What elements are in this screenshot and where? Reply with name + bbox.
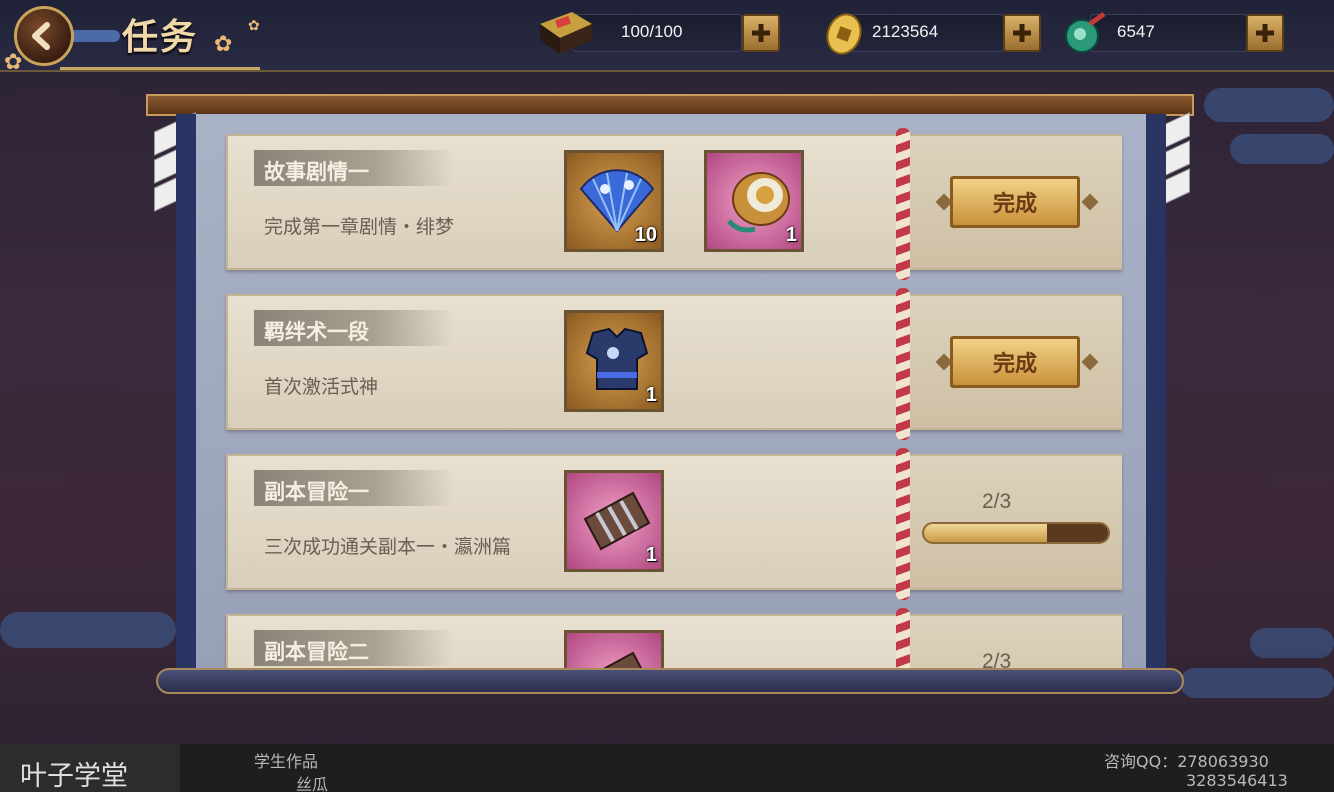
complete-button[interactable]: 完成 [950,336,1080,388]
sakura-flower-icon: ✿ [4,50,23,75]
jade-value: 6547 [1117,22,1155,41]
lunch-box-icon [540,12,592,54]
cloud-decoration [1230,134,1334,164]
footer-label: 学生作品 [254,752,319,771]
cloud-decoration [1250,628,1334,658]
add-jade-button[interactable] [1246,14,1284,52]
reward-item[interactable]: 10 [564,150,664,252]
footer-author: 丝瓜 [296,775,329,792]
add-coin-button[interactable] [1003,14,1041,52]
cloud-decoration [1204,88,1334,122]
back-button[interactable] [14,6,74,66]
task-board: 故事剧情一 完成第一章剧情・绯梦 10 1 完成 羁绊术一段 首次激活式神 1 … [176,114,1166,674]
footer: 叶子学堂 学生作品 丝瓜 咨询QQ：278063930 3283546413 [0,744,1334,792]
cloud-decoration [1180,668,1334,698]
task-name: 羁绊术一段 [264,320,369,344]
reward-count: 1 [645,384,657,406]
task-row: 副本冒险一 三次成功通关副本一・瀛洲篇 1 2/3 [226,448,1122,600]
reward-count: 1 [785,224,797,246]
task-row: 故事剧情一 完成第一章剧情・绯梦 10 1 完成 [226,128,1122,280]
back-arrow-icon [32,22,50,50]
stamina-value: 100/100 [621,22,683,41]
gold-coin-icon [826,13,862,55]
reward-item[interactable]: 1 [704,150,804,252]
progress-bar [922,522,1110,544]
task-description: 首次激活式神 [264,376,379,398]
complete-button[interactable]: 完成 [950,176,1080,228]
plus-icon [752,24,770,42]
plus-icon [1256,24,1274,42]
footer-contact-2: 3283546413 [1186,771,1288,790]
task-name: 副本冒险一 [264,480,369,504]
reward-count: 1 [645,544,657,566]
rope-divider [896,448,910,600]
reward-item[interactable]: 1 [564,310,664,412]
task-row: 羁绊术一段 首次激活式神 1 完成 [226,288,1122,440]
task-name: 副本冒险二 [264,640,369,664]
coin-value: 2123564 [872,22,939,41]
task-description: 三次成功通关副本一・瀛洲篇 [264,536,512,558]
footer-brand: 叶子学堂 [0,744,180,792]
rope-divider [896,288,910,440]
rope-divider [896,128,910,280]
footer-contact: 咨询QQ：278063930 [1104,752,1269,771]
cloud-decoration [0,612,176,648]
task-row: 副本冒险二 2/3 [226,608,1122,674]
jade-magatama-icon [1065,11,1106,53]
add-stamina-button[interactable] [742,14,780,52]
sakura-flower-icon: ✿ [214,32,233,57]
reward-count: 10 [634,224,657,246]
progress-fill [924,524,1047,542]
top-bar: 任务 ✿ ✿ ✿ 100/100 2123564 6547 [0,0,1334,75]
reward-item[interactable]: 1 [564,470,664,572]
board-top-beam [146,94,1194,116]
task-name: 故事剧情一 [264,160,369,184]
plus-icon [1013,24,1031,42]
page-title: 任务 [122,16,199,58]
scroll-bottom-rod [156,668,1184,694]
sakura-flower-icon: ✿ [248,18,260,34]
task-status-panel [910,616,1122,674]
rope-divider [896,608,910,674]
progress-text: 2/3 [982,490,1012,513]
task-description: 完成第一章剧情・绯梦 [264,216,455,238]
jade-counter [1090,14,1248,52]
